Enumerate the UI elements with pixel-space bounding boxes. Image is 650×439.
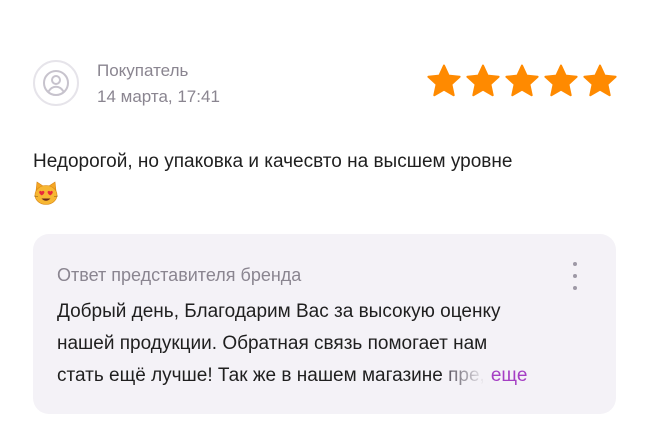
star-icon: [505, 64, 539, 97]
user-icon: [43, 70, 69, 96]
brand-reply-text: Добрый день, Благодарим Вас за высокую о…: [57, 296, 597, 392]
avatar: [33, 60, 79, 106]
brand-reply: Ответ представителя бренда Добрый день, …: [33, 234, 616, 414]
star-icon: [544, 64, 578, 97]
brand-reply-line: нашей продукции. Обратная связь помогает…: [57, 333, 488, 354]
more-vertical-icon[interactable]: [570, 262, 580, 290]
star-icon: [466, 64, 500, 97]
author-name: Покупатель: [97, 61, 189, 80]
show-more-link[interactable]: еще: [491, 365, 528, 386]
star-icon: [583, 64, 617, 97]
brand-reply-line: Добрый день, Благодарим Вас за высокую о…: [57, 301, 501, 322]
heart-eyes-cat-emoji-icon: [33, 180, 61, 208]
rating-stars: [427, 64, 617, 97]
review-text: Недорогой, но упаковка и качесвто на выс…: [33, 151, 513, 172]
brand-reply-line: стать ещё лучше! Так же в нашем магазине…: [57, 360, 597, 392]
review-date: 14 марта, 17:41: [97, 87, 220, 106]
review-card: Покупатель 14 марта, 17:41 Недорогой, но…: [0, 0, 650, 439]
truncated-text: пре,: [448, 365, 485, 386]
brand-reply-line-text: стать ещё лучше! Так же в нашем магазине: [57, 365, 449, 386]
star-icon: [427, 64, 461, 97]
brand-reply-title: Ответ представителя бренда: [57, 265, 302, 285]
